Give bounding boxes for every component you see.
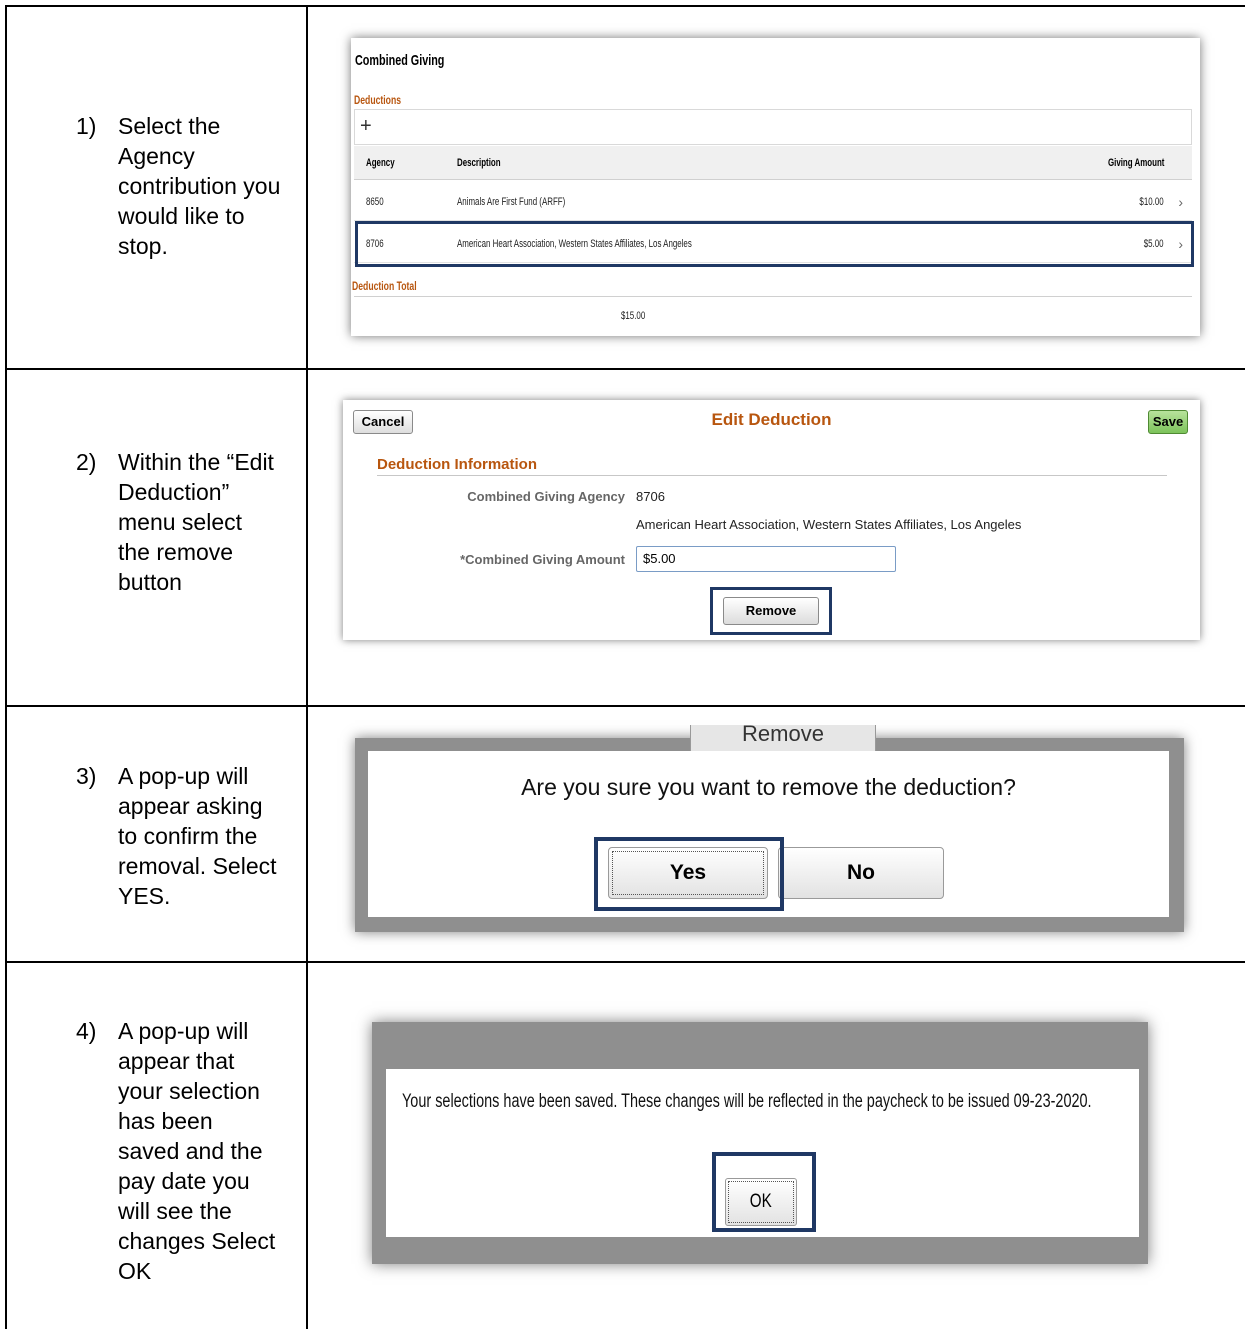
step-number: 2) (76, 449, 97, 475)
table-row[interactable]: 8650 Animals Are First Fund (ARFF) $10.0… (354, 183, 1192, 221)
table-row-divider-2 (5, 705, 1245, 707)
table-border-left (5, 5, 7, 1329)
grid-toolbar: + (354, 109, 1192, 145)
page-title: Combined Giving (355, 52, 445, 69)
agency-cell: 8650 (366, 195, 384, 208)
saved-message: Your selections have been saved. These c… (402, 1091, 1092, 1112)
agency-label: Combined Giving Agency (467, 489, 625, 504)
save-button[interactable]: Save (1148, 410, 1188, 434)
edit-deduction-screenshot: Edit Deduction Cancel Save Deduction Inf… (343, 400, 1200, 640)
selection-highlight-box (594, 837, 784, 911)
step-text: Within the “Edit Deduction” menu select … (118, 449, 274, 595)
selection-highlight-box (710, 587, 832, 635)
remove-button-peek: Remove (690, 725, 876, 751)
dialog-title: Edit Deduction (711, 410, 832, 429)
column-header-description: Description (457, 156, 501, 169)
cancel-button[interactable]: Cancel (353, 410, 413, 434)
section-heading: Deduction Information (377, 456, 537, 473)
deduction-total-value: $15.00 (621, 310, 646, 322)
table-border-middle (306, 5, 308, 1329)
agency-description: American Heart Association, Western Stat… (636, 517, 1022, 532)
deductions-heading: Deductions (354, 93, 402, 107)
step-number: 1) (76, 113, 97, 139)
amount-label: *Combined Giving Amount (460, 552, 625, 567)
table-row-divider-1 (5, 368, 1245, 370)
amount-cell: $10.00 (1139, 195, 1164, 208)
divider (377, 475, 1167, 476)
column-header-agency: Agency (366, 156, 395, 169)
agency-value: 8706 (636, 489, 665, 504)
selection-highlight-box (712, 1152, 816, 1232)
selection-highlight-box (355, 221, 1194, 267)
chevron-right-icon[interactable]: › (1178, 194, 1183, 210)
confirm-question: Are you sure you want to remove the dedu… (521, 774, 1016, 800)
add-icon[interactable]: + (360, 114, 372, 138)
step-text: A pop-up will appear asking to confirm t… (118, 763, 277, 909)
deduction-total-heading: Deduction Total (352, 279, 417, 293)
column-header-amount: Giving Amount (1107, 156, 1164, 169)
confirm-popup: Are you sure you want to remove the dedu… (368, 751, 1169, 917)
no-button[interactable]: No (778, 847, 944, 899)
table-row-divider-3 (5, 961, 1245, 963)
combined-giving-screenshot: Combined Giving Deductions + Agency Desc… (351, 38, 1200, 336)
saved-popup: Your selections have been saved. These c… (386, 1069, 1139, 1237)
step-text: A pop-up will appear that your selection… (118, 1018, 276, 1284)
divider (354, 296, 1192, 297)
grid-header: Agency Description Giving Amount (354, 146, 1192, 180)
step-text: Select the Agency contribution you would… (118, 113, 281, 259)
table-border-top (5, 5, 1245, 7)
step-number: 3) (76, 763, 97, 789)
amount-input[interactable]: $5.00 (636, 546, 896, 572)
description-cell: Animals Are First Fund (ARFF) (457, 195, 566, 208)
step-number: 4) (76, 1018, 97, 1044)
